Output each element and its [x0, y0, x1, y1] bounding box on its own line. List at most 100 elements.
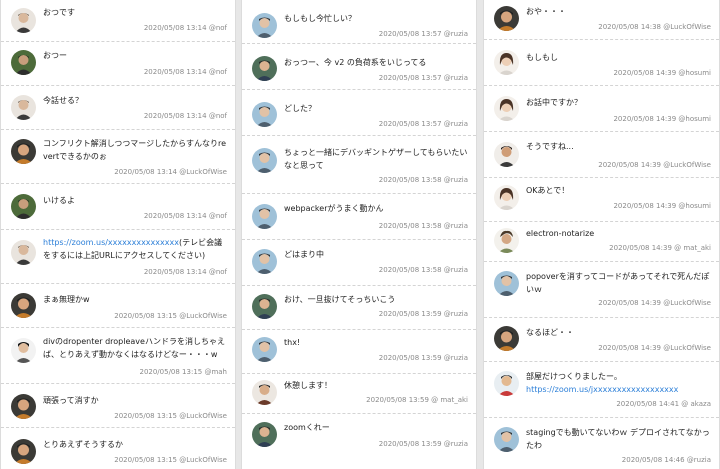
user-avatar-icon [252, 56, 277, 81]
avatar[interactable] [494, 228, 519, 253]
list-item[interactable]: おつー 2020/05/08 13:14 @nof [1, 44, 235, 86]
list-item[interactable]: divのdropenter dropleaveハンドラを消しちゃえば、とりあえず… [1, 330, 235, 384]
list-item[interactable]: ちょっと一緒にデバッギントゲザーしてもらいたいなと思って 2020/05/08 … [242, 138, 476, 194]
user-avatar-icon [11, 95, 36, 120]
list-item[interactable]: OKあとで！ 2020/05/08 14:39 @hosumi [484, 180, 719, 222]
message-text: もしもし今忙しい？ [284, 14, 356, 23]
user-avatar-icon [11, 8, 36, 33]
list-item[interactable]: 今話せる？ 2020/05/08 13:14 @nof [1, 88, 235, 130]
avatar[interactable] [494, 427, 519, 452]
list-item[interactable]: いけるよ 2020/05/08 13:14 @nof [1, 186, 235, 230]
user-avatar-icon [252, 380, 277, 405]
avatar[interactable] [494, 6, 519, 31]
list-item[interactable]: thx! 2020/05/08 13:59 @ruzia [242, 332, 476, 374]
message-meta: 2020/05/08 14:38 @LuckOfWise [598, 23, 711, 31]
list-item[interactable]: https://zoom.us/xxxxxxxxxxxxxxx(テレビ会議をする… [1, 232, 235, 284]
message-meta: 2020/05/08 13:59 @ruzia [378, 440, 468, 448]
avatar[interactable] [252, 337, 277, 362]
message-meta: 2020/05/08 13:59 @ mat_aki [366, 396, 468, 404]
avatar[interactable] [252, 204, 277, 229]
list-item[interactable]: なるほど・・ 2020/05/08 14:39 @LuckOfWise [484, 320, 719, 362]
message-meta: 2020/05/08 14:39 @hosumi [613, 202, 711, 210]
user-avatar-icon [494, 142, 519, 167]
avatar[interactable] [11, 439, 36, 464]
avatar[interactable] [494, 326, 519, 351]
message-text: 頑張って消すか [43, 396, 99, 405]
list-item[interactable]: popoverを消すってコードがあってそれで死んだぽいｗ 2020/05/08 … [484, 264, 719, 318]
zoom-link[interactable]: https://zoom.us/xxxxxxxxxxxxxxx [43, 238, 179, 247]
message-text: 休憩します！ [284, 381, 332, 390]
avatar[interactable] [252, 249, 277, 274]
user-avatar-icon [252, 148, 277, 173]
avatar[interactable] [252, 13, 277, 38]
column-1: おつです 2020/05/08 13:14 @nof おつー 2020/05/0… [0, 0, 236, 469]
avatar[interactable] [11, 50, 36, 75]
list-item[interactable]: 部屋だけつくりましたー。 https://zoom.us/jxxxxxxxxxxx… [484, 364, 719, 418]
list-item[interactable]: コンフリクト解消しつつマージしたからすんなりrevertできるかのぉ 2020/… [1, 132, 235, 184]
message-text: お話中ですか？ [526, 98, 582, 107]
list-item[interactable]: webpackerがうまく動かん 2020/05/08 13:58 @ruzia [242, 196, 476, 240]
list-item[interactable]: 休憩します！ 2020/05/08 13:59 @ mat_aki [242, 376, 476, 414]
avatar[interactable] [494, 142, 519, 167]
avatar[interactable] [11, 394, 36, 419]
avatar[interactable] [494, 371, 519, 396]
list-item[interactable]: どした？ 2020/05/08 13:57 @ruzia [242, 92, 476, 136]
list-item[interactable]: まぁ無理かw 2020/05/08 13:15 @LuckOfWise [1, 286, 235, 328]
user-avatar-icon [494, 6, 519, 31]
message-text: おつー [43, 51, 67, 60]
user-avatar-icon [252, 422, 277, 447]
avatar[interactable] [252, 56, 277, 81]
list-item[interactable]: stagingでも動いてないわｗ デプロイされてなかったわ 2020/05/08… [484, 420, 719, 468]
list-item[interactable]: とりあえずそうするか 2020/05/08 13:15 @LuckOfWise [1, 430, 235, 468]
message-meta: 2020/05/08 13:15 @LuckOfWise [114, 456, 227, 464]
message-meta: 2020/05/08 13:14 @nof [143, 68, 227, 76]
message-text: おや・・・ [526, 7, 566, 16]
user-avatar-icon [494, 371, 519, 396]
user-avatar-icon [252, 337, 277, 362]
list-item[interactable]: zoomくれー 2020/05/08 13:59 @ruzia [242, 416, 476, 468]
message-text: なるほど・・ [526, 328, 574, 337]
message-text: おけ、一旦抜けてそっちいこう [284, 295, 396, 304]
avatar[interactable] [252, 422, 277, 447]
avatar[interactable] [11, 95, 36, 120]
avatar[interactable] [11, 139, 36, 164]
list-item[interactable]: おけ、一旦抜けてそっちいこう 2020/05/08 13:59 @ruzia [242, 288, 476, 330]
list-item[interactable]: electron-notarize 2020/05/08 14:39 @ mat… [484, 224, 719, 262]
message-meta: 2020/05/08 14:39 @ mat_aki [609, 244, 711, 252]
avatar[interactable] [11, 338, 36, 363]
list-item[interactable]: もしもし今忙しい？ 2020/05/08 13:57 @ruzia [242, 2, 476, 44]
message-meta: 2020/05/08 14:39 @LuckOfWise [598, 299, 711, 307]
message-meta: 2020/05/08 13:14 @nof [143, 24, 227, 32]
list-item[interactable]: おつです 2020/05/08 13:14 @nof [1, 2, 235, 42]
list-item[interactable]: おっつー、今 v2 の負荷系をいじってる 2020/05/08 13:57 @r… [242, 46, 476, 90]
list-item[interactable]: もしもし 2020/05/08 14:39 @hosumi [484, 42, 719, 86]
avatar[interactable] [11, 240, 36, 265]
message-meta: 2020/05/08 14:41 @ akaza [616, 400, 711, 408]
message-text: とりあえずそうするか [43, 440, 123, 449]
avatar[interactable] [252, 294, 277, 319]
avatar[interactable] [494, 50, 519, 75]
avatar[interactable] [494, 96, 519, 121]
message-meta: 2020/05/08 13:14 @nof [143, 268, 227, 276]
user-avatar-icon [252, 294, 277, 319]
message-text: electron-notarize [526, 229, 595, 238]
avatar[interactable] [494, 185, 519, 210]
list-item[interactable]: そうですね... 2020/05/08 14:39 @LuckOfWise [484, 134, 719, 178]
list-item[interactable]: おや・・・ 2020/05/08 14:38 @LuckOfWise [484, 0, 719, 40]
zoom-link[interactable]: https://zoom.us/jxxxxxxxxxxxxxxxxxx [526, 383, 711, 396]
message-text: まぁ無理かw [43, 295, 90, 304]
message-text: zoomくれー [284, 423, 330, 432]
list-item[interactable]: 頑張って消すか 2020/05/08 13:15 @LuckOfWise [1, 386, 235, 428]
avatar[interactable] [252, 380, 277, 405]
message-meta: 2020/05/08 13:14 @nof [143, 212, 227, 220]
list-item[interactable]: お話中ですか？ 2020/05/08 14:39 @hosumi [484, 88, 719, 132]
avatar[interactable] [11, 194, 36, 219]
avatar[interactable] [11, 293, 36, 318]
avatar[interactable] [252, 102, 277, 127]
message-text: 今話せる？ [43, 96, 83, 105]
avatar[interactable] [494, 271, 519, 296]
list-item[interactable]: どはまり中 2020/05/08 13:58 @ruzia [242, 242, 476, 286]
avatar[interactable] [252, 148, 277, 173]
avatar[interactable] [11, 8, 36, 33]
column-2: もしもし今忙しい？ 2020/05/08 13:57 @ruzia おっつー、今… [241, 0, 477, 469]
